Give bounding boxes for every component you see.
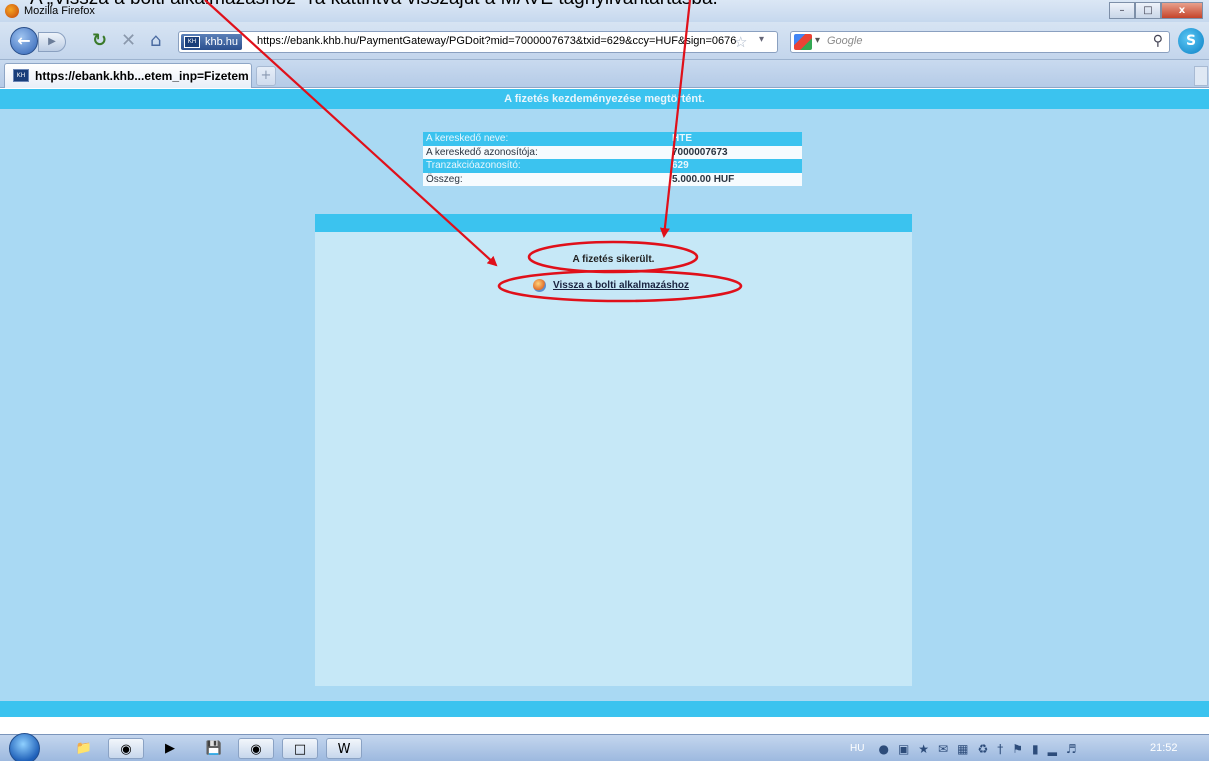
- bookmark-star-icon[interactable]: ☆: [734, 33, 747, 51]
- close-button[interactable]: x: [1161, 2, 1203, 19]
- system-clock[interactable]: 21:52: [1150, 742, 1178, 754]
- transaction-info-table: A kereskedő neve: HTE A kereskedő azonos…: [423, 132, 802, 186]
- new-tab-button[interactable]: +: [256, 66, 276, 86]
- volume-icon[interactable]: ♬: [1066, 742, 1077, 756]
- url-dropdown-icon[interactable]: ▾: [759, 34, 764, 45]
- search-bar[interactable]: ▾ Google ⚲: [790, 31, 1170, 53]
- return-to-shop-link[interactable]: Vissza a bolti alkalmazáshoz: [533, 277, 689, 293]
- firefox-icon[interactable]: ◉: [108, 738, 144, 759]
- battery-icon[interactable]: ▮: [1032, 742, 1039, 756]
- result-panel-header: [315, 214, 912, 232]
- merchant-id-value: 7000007673: [669, 145, 802, 159]
- table-row: A kereskedő neve: HTE: [423, 132, 802, 146]
- return-to-shop-label[interactable]: Vissza a bolti alkalmazáshoz: [553, 280, 689, 291]
- tab-list-button[interactable]: [1194, 66, 1208, 86]
- firefox-logo-icon: [5, 4, 19, 18]
- instruction-caption: A „Vissza a bolti alkalmazáshoz”-ra katt…: [30, 0, 718, 10]
- tab-payment[interactable]: KH https://ebank.khb...etem_inp=Fizetem: [4, 63, 252, 88]
- stop-icon[interactable]: ✕: [121, 30, 136, 52]
- browser-icon[interactable]: ◉: [238, 738, 274, 759]
- windows-taskbar: 📁 ◉ ▶ 💾 ◉ □ W HU ● ▣ ★ ✉ ▦ ♻ † ⚑ ▮ ▂ ♬ 2…: [0, 733, 1209, 761]
- maximize-button[interactable]: □: [1135, 2, 1161, 19]
- page-content: A fizetés kezdeményezése megtörtént. A k…: [0, 89, 1209, 717]
- signal-icon[interactable]: ▂: [1048, 742, 1057, 756]
- google-icon[interactable]: [794, 34, 812, 50]
- document-icon[interactable]: □: [282, 738, 318, 759]
- screenshot-root: Mozilla Firefox – □ x A „Vissza a bolti …: [0, 0, 1209, 761]
- amount-value: 5.000.00 HUF: [669, 172, 802, 186]
- system-tray: HU ● ▣ ★ ✉ ▦ ♻ † ⚑ ▮ ▂ ♬: [850, 735, 1086, 761]
- search-engine-dropdown-icon[interactable]: ▾: [815, 35, 820, 46]
- action-center-flag-icon[interactable]: ⚑: [1012, 742, 1023, 756]
- page-header: A fizetés kezdeményezése megtörtént.: [0, 89, 1209, 109]
- globe-icon: [533, 278, 546, 292]
- home-icon[interactable]: ⌂: [150, 30, 161, 52]
- site-identity-button[interactable]: KH khb.hu: [181, 34, 243, 50]
- merchant-name-label: A kereskedő neve:: [423, 132, 669, 146]
- tray-app-icon[interactable]: ●: [878, 742, 888, 756]
- search-icon[interactable]: ⚲: [1153, 33, 1163, 49]
- merchant-name-value: HTE: [669, 132, 802, 146]
- reload-icon[interactable]: ↻: [92, 30, 107, 52]
- save-icon[interactable]: 💾: [196, 738, 232, 759]
- word-icon[interactable]: W: [326, 738, 362, 759]
- url-bar[interactable]: KH khb.hu https://ebank.khb.hu/PaymentGa…: [178, 31, 778, 53]
- table-row: A kereskedő azonosítója: 7000007673: [423, 145, 802, 159]
- table-row: Összeg: 5.000.00 HUF: [423, 172, 802, 186]
- search-placeholder: Google: [827, 35, 863, 47]
- result-panel: A fizetés sikerült. Vissza a bolti alkal…: [315, 214, 912, 686]
- tray-monitor-icon[interactable]: ▣: [898, 742, 909, 756]
- navigation-toolbar: ← ▶ ↻ ✕ ⌂ KH khb.hu https://ebank.khb.hu…: [0, 22, 1209, 60]
- transaction-id-value: 629: [669, 159, 802, 173]
- tab-title: https://ebank.khb...etem_inp=Fizetem: [35, 69, 249, 83]
- page-footer-bar: [0, 701, 1209, 717]
- tray-network-icon[interactable]: ▦: [957, 742, 968, 756]
- window-controls: – □ x: [1109, 2, 1203, 19]
- merchant-id-label: A kereskedő azonosítója:: [423, 145, 669, 159]
- back-icon[interactable]: ←: [10, 27, 38, 55]
- start-button[interactable]: [9, 733, 40, 761]
- tray-sync-icon[interactable]: ★: [918, 742, 929, 756]
- tab-strip: KH https://ebank.khb...etem_inp=Fizetem …: [0, 60, 1209, 88]
- success-message: A fizetés sikerült.: [572, 254, 655, 265]
- url-text[interactable]: https://ebank.khb.hu/PaymentGateway/PGDo…: [257, 35, 757, 47]
- forward-icon[interactable]: ▶: [38, 32, 66, 52]
- tray-mail-icon[interactable]: ✉: [938, 742, 948, 756]
- khb-favicon-icon: KH: [184, 36, 200, 48]
- khb-favicon-icon: KH: [13, 69, 29, 82]
- amount-label: Összeg:: [423, 172, 669, 186]
- language-indicator[interactable]: HU: [850, 743, 864, 754]
- tray-update-icon[interactable]: ♻: [977, 742, 988, 756]
- transaction-id-label: Tranzakcióazonosító:: [423, 159, 669, 173]
- skype-icon[interactable]: S: [1178, 28, 1204, 54]
- bluetooth-icon[interactable]: †: [997, 742, 1003, 756]
- media-player-icon[interactable]: ▶: [152, 738, 188, 759]
- explorer-icon[interactable]: 📁: [66, 738, 102, 759]
- table-row: Tranzakcióazonosító: 629: [423, 159, 802, 173]
- site-identity-label: khb.hu: [205, 36, 239, 48]
- minimize-button[interactable]: –: [1109, 2, 1135, 19]
